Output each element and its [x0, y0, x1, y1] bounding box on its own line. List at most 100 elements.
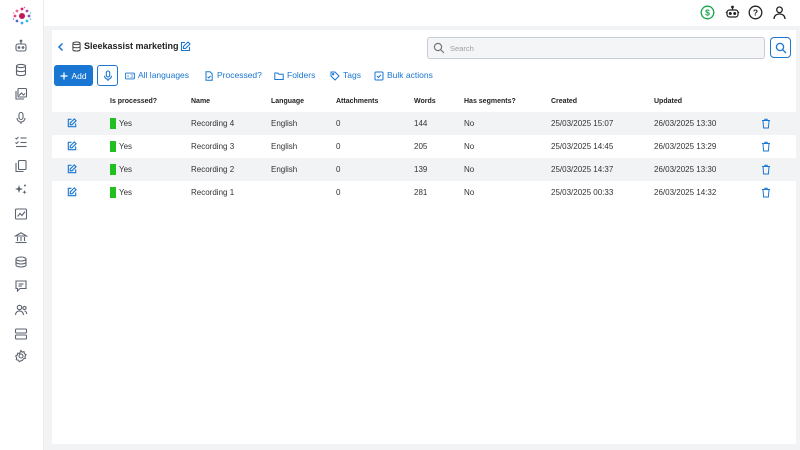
- checkbox-icon: [374, 71, 384, 80]
- stack-icon[interactable]: [14, 255, 28, 269]
- delete-icon[interactable]: [761, 187, 771, 198]
- svg-text:A: A: [127, 73, 130, 78]
- folder-icon: [274, 72, 284, 80]
- add-button-label: Add: [71, 70, 87, 81]
- processed-cell: Yes: [119, 142, 133, 151]
- segments-cell: No: [464, 165, 475, 174]
- all-languages-label: All languages: [138, 70, 190, 80]
- server-icon[interactable]: [14, 327, 28, 341]
- column-header-segments[interactable]: Has segments?: [464, 97, 516, 106]
- column-header-language[interactable]: Language: [271, 97, 304, 106]
- words-cell: 205: [414, 142, 428, 151]
- record-button[interactable]: [97, 65, 118, 86]
- processed-cell: Yes: [119, 165, 133, 174]
- edit-icon[interactable]: [67, 187, 77, 197]
- attachments-cell: 0: [336, 119, 341, 128]
- main-panel: Sleekassist marketing Add A文 All languag…: [52, 30, 796, 444]
- column-header-updated[interactable]: Updated: [654, 97, 682, 106]
- processed-filter[interactable]: Processed?: [204, 70, 262, 81]
- translate-icon: A文: [125, 72, 135, 79]
- delete-icon[interactable]: [761, 118, 771, 129]
- table-row[interactable]: Yes Recording 4 English 0 144 No 25/03/2…: [52, 112, 796, 135]
- processed-indicator: [110, 141, 116, 152]
- chat-icon[interactable]: [14, 279, 28, 293]
- created-cell: 25/03/2025 00:33: [551, 188, 614, 197]
- name-cell: Recording 4: [191, 119, 235, 128]
- column-header-created[interactable]: Created: [551, 97, 577, 106]
- attachments-cell: 0: [336, 188, 341, 197]
- column-header-name[interactable]: Name: [191, 97, 210, 106]
- bank-icon[interactable]: [14, 231, 28, 245]
- help-icon[interactable]: ?: [748, 5, 763, 20]
- language-cell: English: [271, 119, 298, 128]
- processed-cell: Yes: [119, 188, 133, 197]
- page-title: Sleekassist marketing: [84, 41, 179, 51]
- microphone-icon[interactable]: [14, 111, 28, 125]
- created-cell: 25/03/2025 15:07: [551, 119, 614, 128]
- search-input[interactable]: [450, 40, 760, 56]
- settings-icon[interactable]: [14, 349, 28, 363]
- plus-icon: [60, 72, 68, 79]
- processed-indicator: [110, 164, 116, 175]
- search-button[interactable]: [770, 37, 791, 58]
- sparkles-icon[interactable]: [14, 183, 28, 197]
- file-check-icon: [205, 70, 213, 81]
- search-icon: [775, 42, 787, 54]
- segments-cell: No: [464, 188, 475, 197]
- segments-cell: No: [464, 142, 475, 151]
- svg-text:$: $: [705, 8, 710, 18]
- gallery-icon[interactable]: [14, 87, 28, 101]
- tag-icon: [330, 71, 340, 81]
- database-icon[interactable]: [14, 63, 28, 77]
- edit-icon[interactable]: [67, 141, 77, 151]
- all-languages-filter[interactable]: A文 All languages: [125, 70, 189, 81]
- documents-icon[interactable]: [14, 159, 28, 173]
- processed-indicator: [110, 187, 116, 198]
- tags-filter-label: Tags: [343, 70, 361, 80]
- delete-icon[interactable]: [761, 164, 771, 175]
- user-icon[interactable]: [772, 5, 787, 20]
- column-header-words[interactable]: Words: [414, 97, 436, 106]
- words-cell: 139: [414, 165, 428, 174]
- robot-icon[interactable]: [725, 5, 740, 20]
- updated-cell: 26/03/2025 13:30: [654, 119, 717, 128]
- words-cell: 144: [414, 119, 428, 128]
- folders-filter-label: Folders: [287, 70, 316, 80]
- name-cell: Recording 2: [191, 165, 235, 174]
- edit-icon[interactable]: [67, 118, 77, 128]
- top-bar: $ ?: [44, 0, 800, 26]
- updated-cell: 26/03/2025 14:32: [654, 188, 717, 197]
- edit-icon[interactable]: [67, 164, 77, 174]
- processed-cell: Yes: [119, 119, 133, 128]
- table-row[interactable]: Yes Recording 3 English 0 205 No 25/03/2…: [52, 135, 796, 158]
- updated-cell: 26/03/2025 13:29: [654, 142, 717, 151]
- column-header-attachments[interactable]: Attachments: [336, 97, 378, 106]
- users-icon[interactable]: [14, 303, 28, 317]
- processed-filter-label: Processed?: [217, 70, 262, 80]
- edit-title-icon[interactable]: [180, 41, 191, 52]
- name-cell: Recording 3: [191, 142, 235, 151]
- chart-icon[interactable]: [14, 207, 28, 221]
- updated-cell: 26/03/2025 13:30: [654, 165, 717, 174]
- created-cell: 25/03/2025 14:45: [551, 142, 614, 151]
- search-icon: [433, 42, 445, 54]
- bulk-actions-label: Bulk actions: [387, 70, 433, 80]
- add-button[interactable]: Add: [54, 65, 93, 86]
- microphone-icon: [103, 70, 113, 81]
- app-logo[interactable]: [12, 6, 32, 26]
- attachments-cell: 0: [336, 142, 341, 151]
- bot-icon[interactable]: [14, 39, 28, 53]
- checklist-icon[interactable]: [14, 135, 28, 149]
- language-cell: English: [271, 142, 298, 151]
- back-chevron-icon[interactable]: [56, 42, 66, 52]
- bulk-actions-menu[interactable]: Bulk actions: [374, 70, 433, 81]
- folders-filter[interactable]: Folders: [274, 70, 315, 81]
- tags-filter[interactable]: Tags: [330, 70, 361, 81]
- table-row[interactable]: Yes Recording 1 0 281 No 25/03/2025 00:3…: [52, 181, 796, 204]
- credit-dollar-icon[interactable]: $: [700, 5, 715, 20]
- attachments-cell: 0: [336, 165, 341, 174]
- created-cell: 25/03/2025 14:37: [551, 165, 614, 174]
- delete-icon[interactable]: [761, 141, 771, 152]
- column-header-processed[interactable]: Is processed?: [110, 97, 157, 106]
- table-row[interactable]: Yes Recording 2 English 0 139 No 25/03/2…: [52, 158, 796, 181]
